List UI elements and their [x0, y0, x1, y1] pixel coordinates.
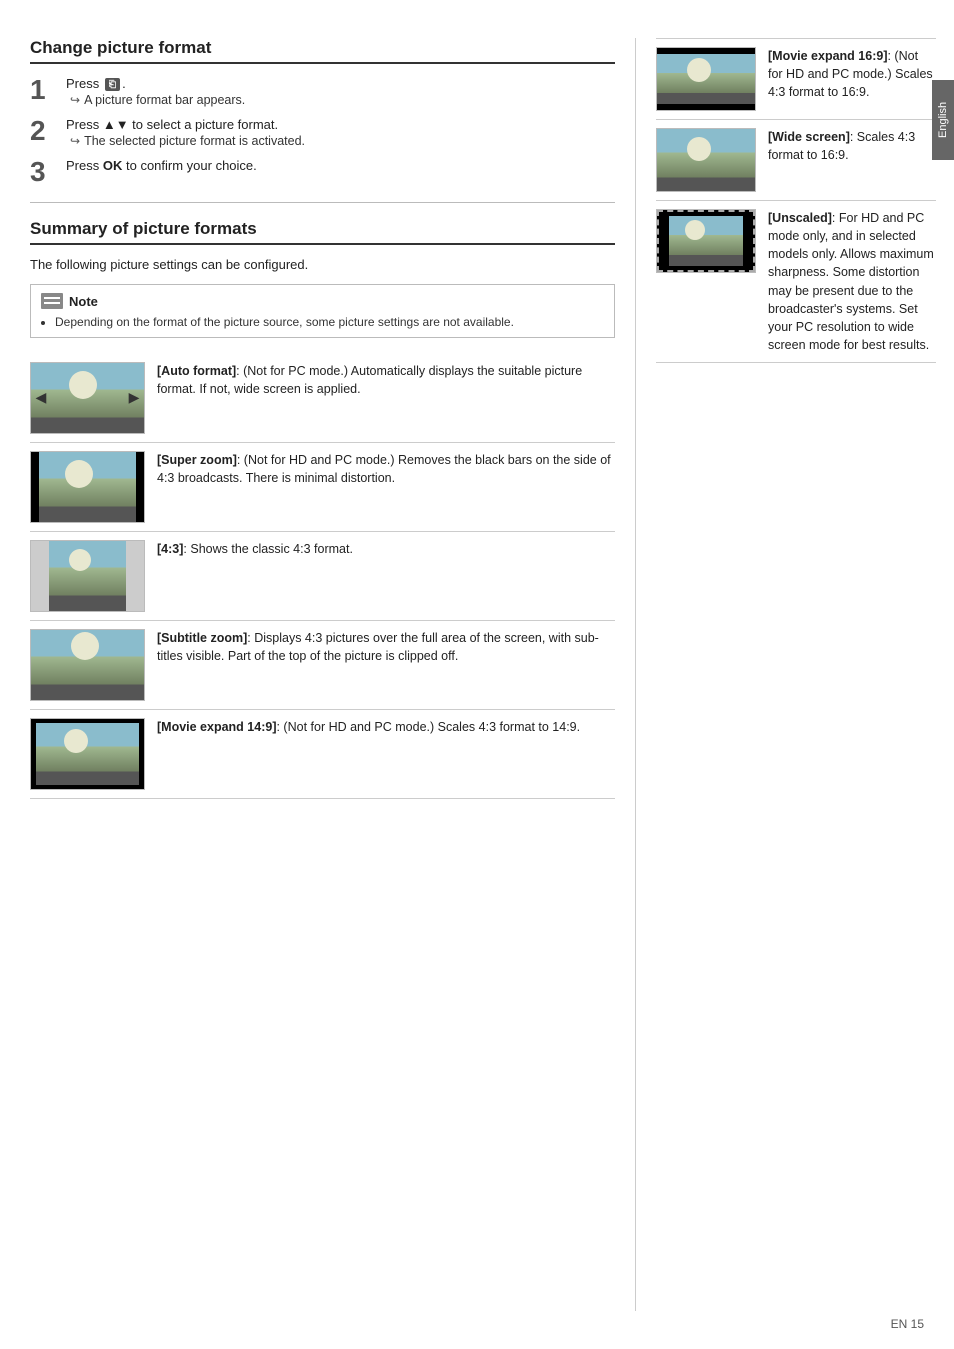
arrow-icon: ↪: [70, 134, 80, 148]
format-desc-superzoom: [Super zoom]: (Not for HD and PC mode.) …: [157, 451, 615, 487]
format-row-movie149: [Movie expand 14:9]: (Not for HD and PC …: [30, 710, 615, 799]
step-3-content: Press OK to confirm your choice.: [66, 158, 615, 175]
format-img-auto: ◄ ►: [30, 362, 145, 434]
format-desc-widescreen: [Wide screen]: Scales 4:3 format to 16:9…: [768, 128, 936, 164]
sun-circle: [64, 729, 88, 753]
page: English Change picture format 1 Press ⎗.…: [0, 0, 954, 1349]
step-1-text: Press ⎗.: [66, 76, 615, 91]
arrow-left-icon: ◄: [32, 388, 50, 409]
note-header: Note: [41, 293, 604, 309]
format-desc-auto: [Auto format]: (Not for PC mode.) Automa…: [157, 362, 615, 398]
format-desc-subtitle: [Subtitle zoom]: Displays 4:3 pictures o…: [157, 629, 615, 665]
format-row-subtitle: [Subtitle zoom]: Displays 4:3 pictures o…: [30, 621, 615, 710]
format-row-superzoom: [Super zoom]: (Not for HD and PC mode.) …: [30, 443, 615, 532]
format-row-widescreen: [Wide screen]: Scales 4:3 format to 16:9…: [656, 120, 936, 201]
step-1-number: 1: [30, 76, 58, 104]
step-1: 1 Press ⎗. ↪ A picture format bar appear…: [30, 76, 615, 107]
sun-circle: [65, 460, 93, 488]
arrow-icon: ↪: [70, 93, 80, 107]
format-img-movie149: [30, 718, 145, 790]
page-footer: EN 15: [891, 1317, 924, 1331]
format-desc-unscaled: [Unscaled]: For HD and PC mode only, and…: [768, 209, 936, 354]
step-1-sub: ↪ A picture format bar appears.: [70, 93, 615, 107]
format-row-unscaled: [Unscaled]: For HD and PC mode only, and…: [656, 201, 936, 363]
format-row-movie169: [Movie expand 16:9]: (Not for HD and PC …: [656, 38, 936, 120]
section-divider: [30, 202, 615, 203]
step-1-content: Press ⎗. ↪ A picture format bar appears.: [66, 76, 615, 107]
note-box: Note Depending on the format of the pict…: [30, 284, 615, 338]
sun-circle: [69, 549, 91, 571]
format-key-icon: ⎗: [105, 78, 120, 91]
step-2: 2 Press ▲▼ to select a picture format. ↪…: [30, 117, 615, 148]
format-img-43: [30, 540, 145, 612]
step-2-content: Press ▲▼ to select a picture format. ↪ T…: [66, 117, 615, 148]
format-img-widescreen: [656, 128, 756, 192]
format-desc-movie169: [Movie expand 16:9]: (Not for HD and PC …: [768, 47, 936, 101]
note-item: Depending on the format of the picture s…: [55, 315, 604, 329]
right-column: [Movie expand 16:9]: (Not for HD and PC …: [636, 38, 936, 1311]
section2-title: Summary of picture formats: [30, 219, 615, 245]
arrow-right-icon: ►: [125, 388, 143, 409]
format-desc-movie149: [Movie expand 14:9]: (Not for HD and PC …: [157, 718, 615, 736]
sun-circle: [71, 632, 99, 660]
step-3: 3 Press OK to confirm your choice.: [30, 158, 615, 186]
step-2-number: 2: [30, 117, 58, 145]
note-icon: [41, 293, 63, 309]
format-desc-43: [4:3]: Shows the classic 4:3 format.: [157, 540, 615, 558]
sun-circle: [687, 137, 711, 161]
step-2-sub: ↪ The selected picture format is activat…: [70, 134, 615, 148]
format-row-auto: ◄ ► [Auto format]: (Not for PC mode.) Au…: [30, 354, 615, 443]
note-list: Depending on the format of the picture s…: [55, 315, 604, 329]
format-row-43: [4:3]: Shows the classic 4:3 format.: [30, 532, 615, 621]
main-content: Change picture format 1 Press ⎗. ↪ A pic…: [0, 20, 954, 1329]
step-2-text: Press ▲▼ to select a picture format.: [66, 117, 615, 132]
sun-circle: [685, 220, 705, 240]
step-3-number: 3: [30, 158, 58, 186]
format-img-movie169: [656, 47, 756, 111]
format-img-superzoom: [30, 451, 145, 523]
sun-circle: [687, 58, 711, 82]
sun-circle: [69, 371, 97, 399]
side-tab: English: [932, 80, 954, 160]
section1-title: Change picture format: [30, 38, 615, 64]
format-img-unscaled: [656, 209, 756, 273]
section2-intro: The following picture settings can be co…: [30, 257, 615, 272]
step-3-text: Press OK to confirm your choice.: [66, 158, 615, 173]
format-img-subtitle: [30, 629, 145, 701]
left-column: Change picture format 1 Press ⎗. ↪ A pic…: [30, 38, 636, 1311]
